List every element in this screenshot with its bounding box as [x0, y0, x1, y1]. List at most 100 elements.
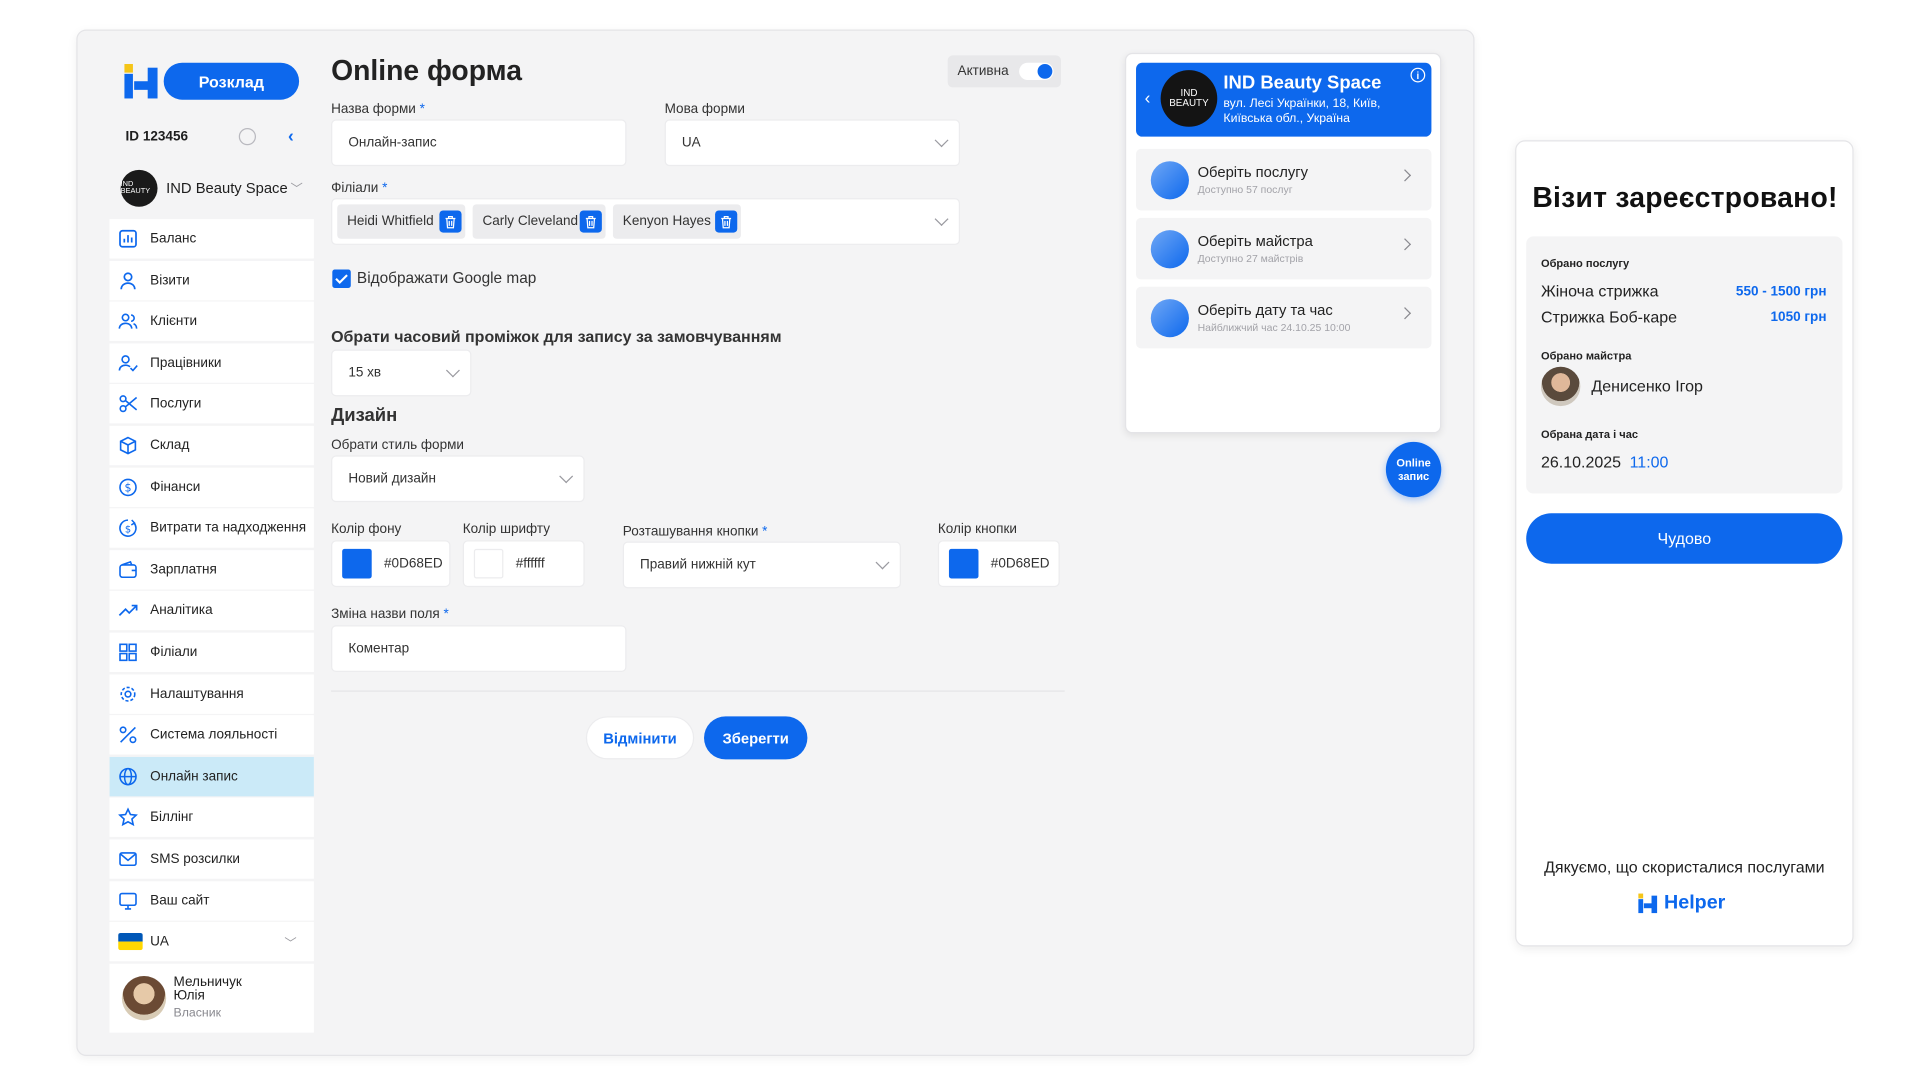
sidebar-item-label: Філіали [150, 644, 198, 660]
sidebar-menu: Баланс Візити Клієнти Працівники Послуги… [109, 219, 314, 963]
back-icon[interactable]: ‹ [1145, 87, 1151, 107]
grid-icon [118, 642, 138, 662]
master-name: Денисенко Ігор [1591, 376, 1703, 396]
master-icon [1150, 230, 1189, 269]
style-select[interactable]: Новий дизайн [331, 455, 585, 503]
button-color-label: Колір кнопки [937, 521, 1017, 537]
sidebar-item-finance[interactable]: $ Фінанси [109, 467, 314, 507]
save-button[interactable]: Зберегти [704, 716, 808, 760]
design-title: Дизайн [331, 404, 398, 426]
ok-button[interactable]: Чудово [1526, 513, 1843, 564]
form-lang-select[interactable]: UA [664, 119, 961, 167]
preview-select-master[interactable]: Оберіть майстра Доступно 27 майстрів [1136, 217, 1432, 280]
font-color-label: Колір шрифту [462, 521, 551, 537]
sidebar-item-warehouse[interactable]: Склад [109, 425, 314, 466]
percent-icon [118, 725, 138, 745]
sidebar-item-label: Аналітика [150, 603, 213, 619]
color-swatch [473, 548, 504, 579]
sync-icon[interactable] [238, 128, 257, 146]
sidebar-item-billing[interactable]: Біллінг [109, 797, 314, 838]
sidebar-item-label: Витрати та надходження [150, 520, 307, 536]
account-id: ID 123456 [125, 129, 189, 145]
field-rename-input[interactable]: Коментар [331, 625, 627, 673]
bg-color-picker[interactable]: #0D68ED [331, 540, 451, 588]
svg-text:$: $ [124, 481, 131, 494]
sidebar-item-settings[interactable]: Налаштування [109, 673, 314, 714]
account-id-row: ID 123456 ‹ [111, 118, 313, 155]
sidebar-item-employees[interactable]: Працівники [109, 343, 314, 383]
color-swatch [342, 548, 372, 579]
user-name: Мельничук Юлія [173, 974, 242, 1004]
people-icon [118, 312, 138, 332]
collapse-sidebar-icon[interactable]: ‹ [288, 126, 294, 146]
sidebar-item-salary[interactable]: Зарплатня [109, 549, 314, 590]
sidebar-item-sms[interactable]: SMS розсилки [109, 839, 314, 879]
preview-item-subtitle: Найближчий час 24.10.25 10:00 [1197, 321, 1351, 334]
chevron-down-icon [934, 133, 949, 148]
calendar-icon [1150, 299, 1189, 338]
toggle-switch[interactable] [1019, 62, 1054, 81]
preview-select-service[interactable]: Оберіть послугу Доступно 57 послуг [1136, 148, 1432, 211]
preview-item-subtitle: Доступно 57 послуг [1197, 183, 1293, 196]
chevron-right-icon [1398, 169, 1412, 182]
user-profile[interactable]: Мельничук Юлія Власник [109, 963, 314, 1033]
font-color-picker[interactable]: #ffffff [462, 540, 585, 588]
interval-select[interactable]: 15 хв [331, 349, 472, 397]
info-icon[interactable]: i [1410, 67, 1426, 83]
booking-date: 26.10.2025 [1540, 452, 1622, 472]
sidebar-item-label: SMS розсилки [150, 851, 240, 867]
sidebar-item-balance[interactable]: Баланс [109, 219, 314, 259]
active-toggle[interactable]: Активна [947, 55, 1061, 88]
schedule-button[interactable]: Розклад [163, 62, 300, 100]
sidebar-item-loyalty[interactable]: Система лояльності [109, 715, 314, 755]
trash-icon[interactable] [715, 210, 738, 233]
datetime-label: Обрана дата і час [1540, 428, 1639, 441]
sidebar-item-branches[interactable]: Філіали [109, 632, 314, 672]
master-label: Обрано майстра [1540, 349, 1632, 362]
preview-item-title: Оберіть дату та час [1197, 301, 1333, 319]
interval-value: 15 хв [348, 365, 382, 381]
chevron-down-icon [559, 469, 574, 484]
service-list-icon [1150, 161, 1189, 200]
google-map-checkbox[interactable] [332, 269, 351, 289]
branch-chip: Heidi Whitfield [337, 204, 466, 239]
dollar-circle-icon: $ [118, 477, 138, 497]
sidebar-item-website[interactable]: Ваш сайт [109, 880, 314, 921]
sidebar-item-label: Система лояльності [150, 727, 278, 743]
sidebar-item-label: Зарплатня [150, 562, 217, 577]
globe-icon [118, 766, 138, 786]
sidebar-item-expenses[interactable]: $ Витрати та надходження [109, 508, 314, 548]
trash-icon[interactable] [439, 210, 462, 233]
helper-logo-icon [1638, 892, 1658, 913]
service-name: Стрижка Боб-каре [1540, 307, 1678, 327]
online-booking-button[interactable]: Online запис [1385, 441, 1442, 498]
trash-icon[interactable] [579, 210, 602, 233]
preview-item-subtitle: Доступно 27 майстрів [1197, 252, 1304, 265]
trend-icon [118, 601, 138, 621]
language-selector[interactable]: UA ﹀ [109, 921, 314, 962]
cancel-button[interactable]: Відмінити [585, 716, 695, 760]
form-name-input[interactable]: Онлайн-запис [331, 119, 627, 167]
sidebar-item-online-booking[interactable]: Онлайн запис [109, 756, 314, 796]
service-price: 550 - 1500 грн [1735, 284, 1827, 300]
balance-chart-icon [118, 229, 138, 249]
sidebar-item-services[interactable]: Послуги [109, 384, 314, 424]
active-label: Активна [957, 64, 1009, 79]
preview-select-datetime[interactable]: Оберіть дату та час Найближчий час 24.10… [1136, 286, 1432, 349]
branches-label: Філіали * [331, 180, 388, 196]
sidebar-item-analytics[interactable]: Аналітика [109, 591, 314, 631]
salon-selector[interactable]: IND BEAUTY IND Beauty Space ﹀ [111, 166, 313, 210]
wallet-icon [118, 560, 138, 580]
service-price: 1050 грн [1770, 310, 1827, 325]
chevron-right-icon [1398, 307, 1412, 320]
sidebar-item-visits[interactable]: Візити [109, 260, 314, 300]
color-swatch [948, 548, 979, 579]
button-color-picker[interactable]: #0D68ED [937, 540, 1060, 588]
language-value: UA [150, 934, 169, 950]
monitor-icon [118, 890, 138, 910]
salon-logo: IND BEAUTY [120, 169, 158, 207]
sidebar-item-clients[interactable]: Клієнти [109, 301, 314, 342]
toggle-knob [1037, 64, 1053, 79]
button-pos-value: Правий нижній кут [640, 557, 756, 573]
button-pos-select[interactable]: Правий нижній кут [622, 541, 901, 589]
